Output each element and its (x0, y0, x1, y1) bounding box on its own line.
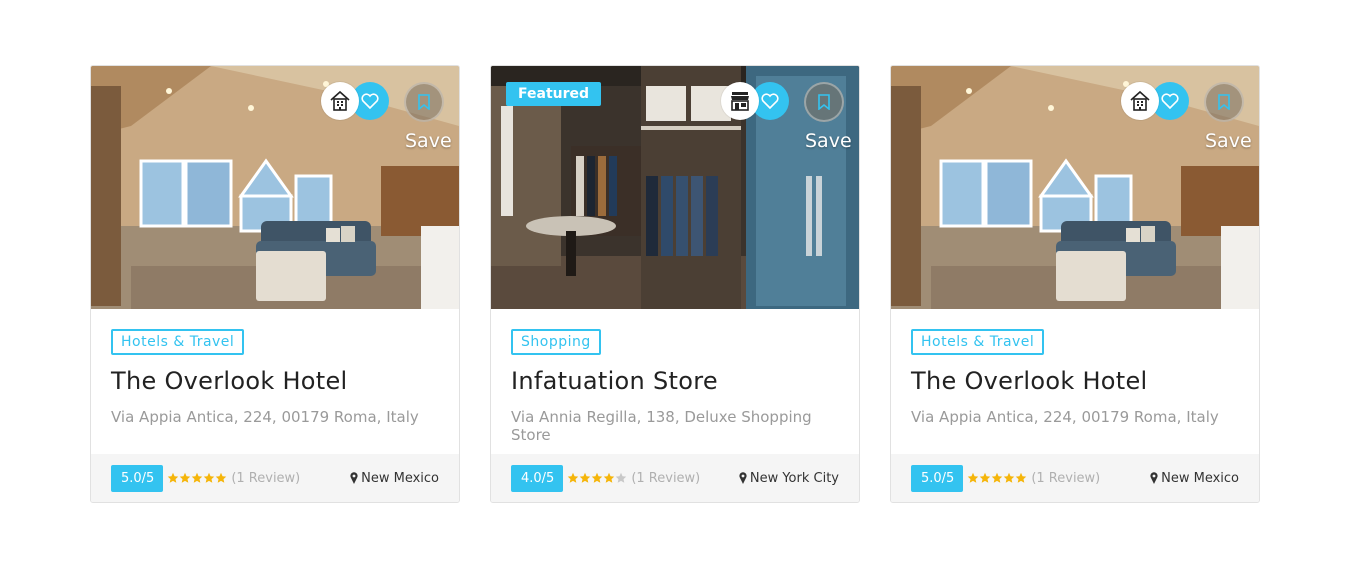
listing-address: Via Annia Regilla, 138, Deluxe Shopping … (511, 408, 812, 444)
map-pin-icon (350, 472, 358, 484)
listing-title[interactable]: Infatuation Store (511, 367, 839, 395)
heart-icon (361, 93, 379, 109)
star-filled-icon (604, 472, 615, 483)
star-filled-icon (580, 472, 591, 483)
location[interactable]: New Mexico (350, 471, 439, 486)
listing-footer: 5.0/5 (1 Review) New Mexico (891, 454, 1259, 502)
listing-footer: 4.0/5 (1 Review) New York City (491, 454, 859, 502)
hotel-icon (1121, 82, 1159, 120)
listing-image[interactable]: Featured Save (491, 66, 859, 309)
listing-body: Hotels & Travel The Overlook Hotel Via A… (891, 309, 1259, 474)
category-tag[interactable]: Hotels & Travel (911, 329, 1045, 355)
map-pin-icon (1150, 472, 1158, 484)
rating-badge: 5.0/5 (911, 464, 964, 492)
bookmark-icon (818, 94, 830, 110)
listing-address: Via Appia Antica, 224, 00179 Roma, Italy (911, 408, 1219, 426)
listing-grid: Save Hotels & Travel The Overlook Hotel … (90, 65, 1260, 503)
map-pin-icon (739, 472, 747, 484)
star-filled-icon (980, 472, 991, 483)
star-rating (967, 472, 1027, 484)
star-filled-icon (592, 472, 603, 483)
heart-icon (761, 93, 779, 109)
listing-body: Hotels & Travel The Overlook Hotel Via A… (91, 309, 459, 474)
bookmark-icon (418, 94, 430, 110)
listing-card[interactable]: Save Hotels & Travel The Overlook Hotel … (90, 65, 460, 503)
star-filled-icon (568, 472, 579, 483)
review-count[interactable]: (1 Review) (231, 471, 300, 486)
star-filled-icon (192, 472, 203, 483)
listing-card[interactable]: Save Hotels & Travel The Overlook Hotel … (890, 65, 1260, 503)
save-label[interactable]: Save (805, 130, 852, 152)
featured-badge: Featured (506, 82, 602, 106)
star-empty-icon (616, 472, 627, 483)
star-filled-icon (1004, 472, 1015, 483)
rating-badge: 4.0/5 (511, 464, 564, 492)
review-count[interactable]: (1 Review) (1031, 471, 1100, 486)
listing-image[interactable]: Save (91, 66, 459, 309)
star-rating (167, 472, 227, 484)
star-rating (567, 472, 627, 484)
star-filled-icon (180, 472, 191, 483)
listing-title[interactable]: The Overlook Hotel (111, 367, 439, 395)
location-label: New Mexico (361, 470, 439, 486)
star-filled-icon (204, 472, 215, 483)
star-filled-icon (968, 472, 979, 483)
category-tag[interactable]: Hotels & Travel (111, 329, 245, 355)
listing-image[interactable]: Save (891, 66, 1259, 309)
bookmark-button[interactable] (404, 82, 444, 122)
location[interactable]: New York City (739, 471, 839, 486)
location-label: New York City (749, 470, 839, 486)
bookmark-button[interactable] (804, 82, 844, 122)
listing-title[interactable]: The Overlook Hotel (911, 367, 1239, 395)
category-tag[interactable]: Shopping (511, 329, 601, 355)
location[interactable]: New Mexico (1150, 471, 1239, 486)
listing-card[interactable]: Featured Save Shopping Infatuation Store… (490, 65, 860, 503)
save-label[interactable]: Save (1205, 130, 1252, 152)
star-filled-icon (216, 472, 227, 483)
store-icon (721, 82, 759, 120)
heart-icon (1161, 93, 1179, 109)
star-filled-icon (992, 472, 1003, 483)
star-filled-icon (168, 472, 179, 483)
star-filled-icon (1016, 472, 1027, 483)
listing-body: Shopping Infatuation Store Via Annia Reg… (491, 309, 859, 474)
save-label[interactable]: Save (405, 130, 452, 152)
listing-address: Via Appia Antica, 224, 00179 Roma, Italy (111, 408, 419, 426)
rating-badge: 5.0/5 (111, 464, 164, 492)
review-count[interactable]: (1 Review) (631, 471, 700, 486)
bookmark-icon (1218, 94, 1230, 110)
listing-footer: 5.0/5 (1 Review) New Mexico (91, 454, 459, 502)
location-label: New Mexico (1161, 470, 1239, 486)
hotel-icon (321, 82, 359, 120)
bookmark-button[interactable] (1204, 82, 1244, 122)
